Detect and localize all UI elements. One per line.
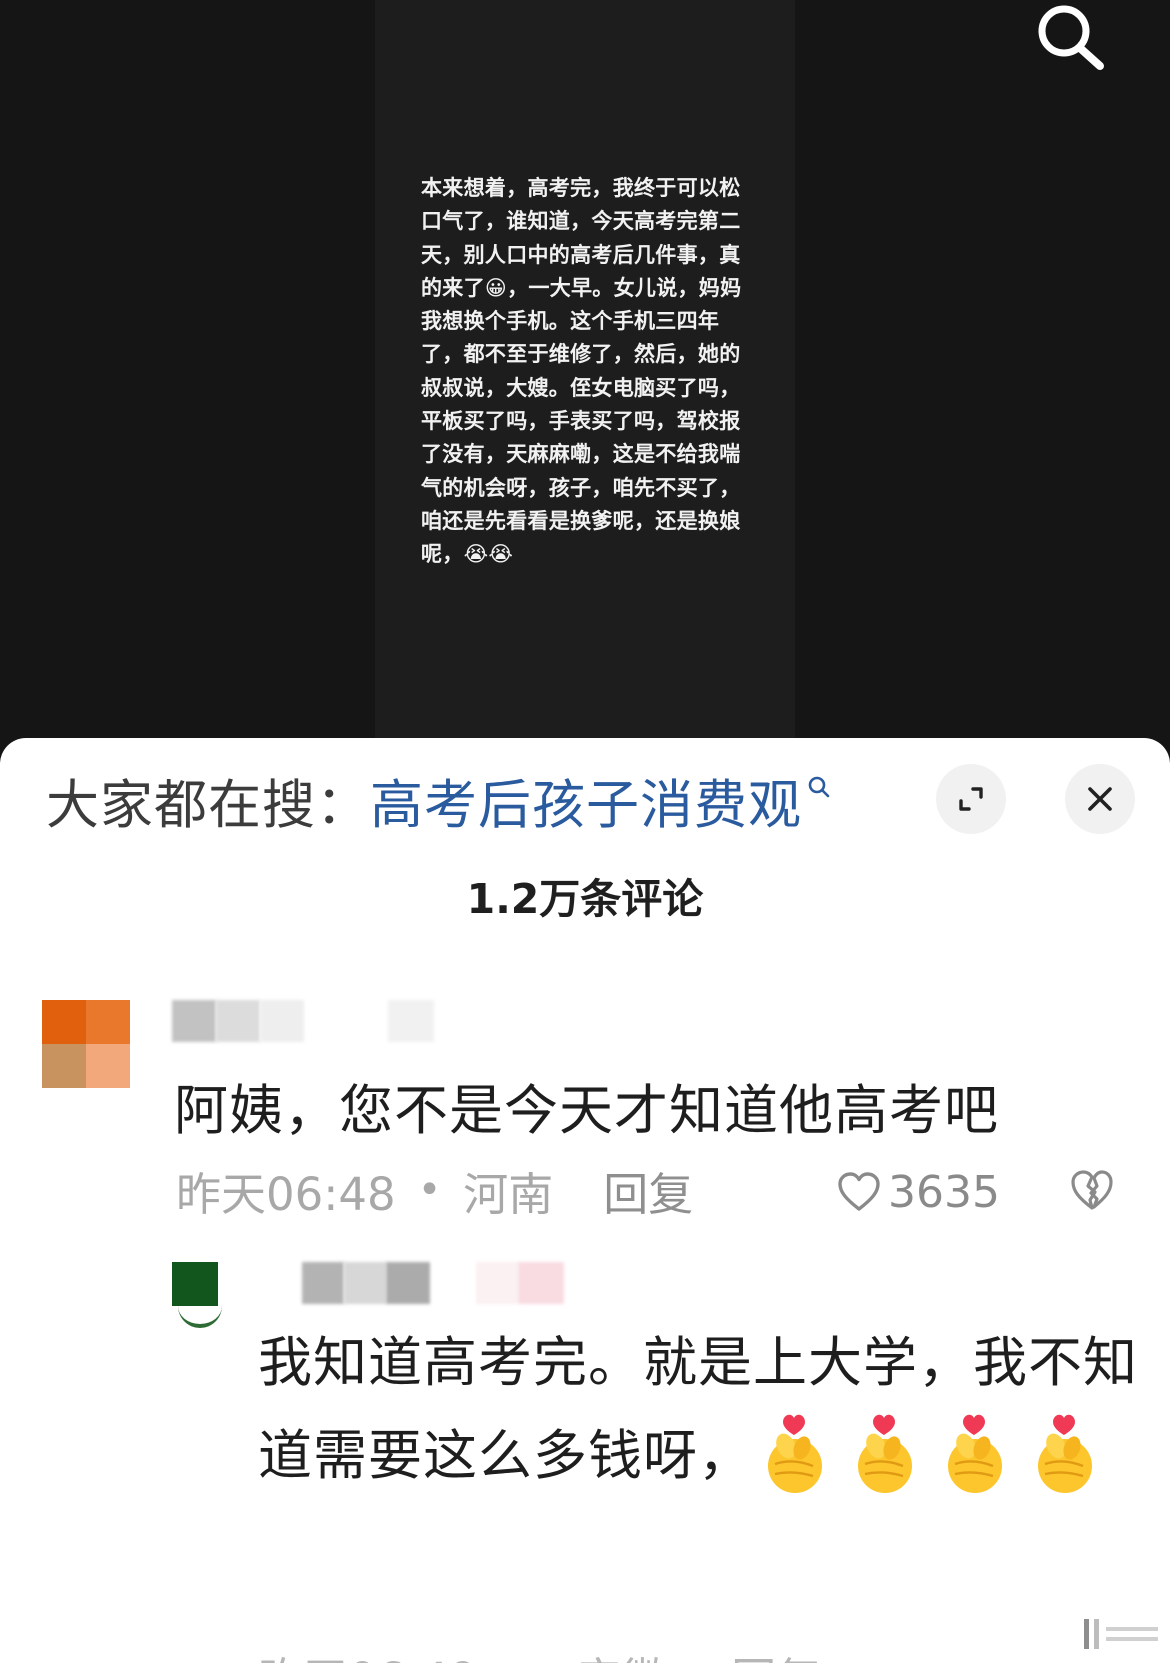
separator-dot: • [514, 1653, 541, 1663]
reply-text-block: 我知道高考完。就是上大学，我不知道需要这么多钱呀， [258, 1318, 1138, 1501]
expand-icon [959, 787, 983, 811]
avatar-pixel [42, 1000, 86, 1044]
scroll-grip-icon[interactable] [1076, 1613, 1166, 1653]
trending-search-bar[interactable]: 大家都在搜： 高考后孩子消费观 [46, 766, 832, 836]
finger-heart-emoji-icon [768, 1414, 822, 1493]
username-redacted [260, 1000, 304, 1042]
avatar-pixel [42, 1044, 86, 1088]
username-redacted [518, 1262, 564, 1304]
finger-heart-emoji-icon [1038, 1414, 1092, 1493]
expand-button[interactable] [936, 764, 1006, 834]
like-count: 3635 [888, 1166, 1000, 1218]
reply-button[interactable]: 回复 [731, 1653, 821, 1663]
reply-location: 安徽 [577, 1653, 667, 1663]
avatar-pixel [178, 1306, 222, 1328]
comment-meta: 昨天06:48 • 河南 回复 [176, 1158, 693, 1223]
like-button[interactable]: 3635 [836, 1162, 1000, 1222]
username-redacted[interactable] [172, 1000, 216, 1042]
search-small-icon [808, 776, 830, 798]
trending-prefix: 大家都在搜： [46, 775, 370, 836]
post-caption-text: 本来想着，高考完，我终于可以松口气了，谁知道，今天高考完第二天，别人口中的高考后… [421, 176, 742, 567]
username-redacted [344, 1262, 386, 1304]
avatar-pixel [86, 1000, 130, 1044]
video-player[interactable]: 本来想着，高考完，我终于可以松口气了，谁知道，今天高考完第二天，别人口中的高考后… [0, 0, 1170, 760]
separator-dot: • [417, 1167, 442, 1213]
trending-search-link[interactable]: 高考后孩子消费观 [370, 763, 802, 839]
search-icon [1038, 5, 1104, 70]
reply-time: 昨天06:49 [258, 1653, 478, 1663]
finger-heart-emoji-icon [858, 1414, 912, 1493]
search-button[interactable] [1028, 0, 1112, 78]
heart-icon [838, 1172, 880, 1211]
close-button[interactable] [1065, 764, 1135, 834]
comment-count-title: 1.2万条评论 [466, 875, 704, 923]
username-redacted [476, 1262, 518, 1304]
username-redacted [388, 1000, 434, 1042]
comment-time: 昨天06:48 [176, 1167, 396, 1221]
comment-location: 河南 [463, 1167, 554, 1221]
reply-meta: 昨天06:49 • 安徽 回复 [258, 1643, 821, 1663]
emoji-row [753, 1414, 1113, 1493]
username-redacted[interactable] [302, 1262, 344, 1304]
comment-text: 阿姨，您不是今天才知道他高考吧 [174, 1079, 999, 1142]
avatar[interactable] [42, 1000, 130, 1088]
reply-avatar[interactable] [172, 1262, 222, 1328]
username-redacted [386, 1262, 430, 1304]
broken-heart-icon[interactable] [1068, 1166, 1116, 1214]
avatar-pixel [86, 1044, 130, 1088]
finger-heart-emoji-icon [948, 1414, 1002, 1493]
username-redacted [216, 1000, 260, 1042]
avatar-pixel [172, 1262, 218, 1306]
close-icon [1088, 787, 1112, 811]
comment-sheet: 大家都在搜： 高考后孩子消费观 1.2万条评论 阿姨，您不是今天才知道他高考吧 … [0, 738, 1170, 1663]
reply-button[interactable]: 回复 [603, 1158, 693, 1223]
